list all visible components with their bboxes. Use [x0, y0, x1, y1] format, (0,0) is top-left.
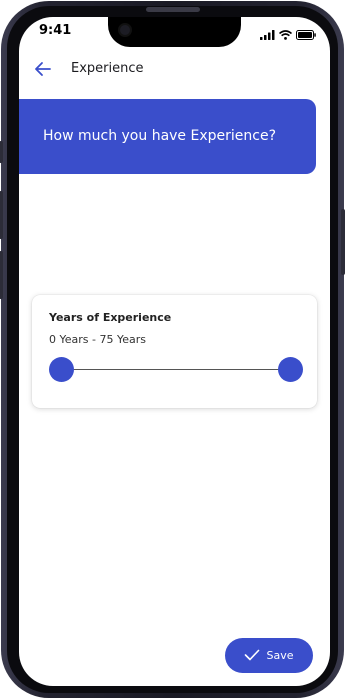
app-screen: 9:41 Experience How much you have Experi…	[19, 17, 330, 686]
notch	[108, 17, 241, 47]
battery-icon	[296, 25, 316, 44]
phone-frame: 9:41 Experience How much you have Experi…	[0, 1, 345, 698]
speaker-grille	[146, 7, 200, 12]
card-title: Years of Experience	[49, 311, 172, 324]
volume-up-button	[0, 191, 3, 239]
checkmark-icon	[244, 646, 260, 665]
save-label: Save	[266, 649, 294, 662]
question-text: How much you have Experience?	[43, 128, 277, 144]
range-slider-min-thumb[interactable]	[49, 357, 74, 382]
page-title: Experience	[71, 61, 144, 76]
back-arrow-icon[interactable]	[33, 59, 53, 79]
range-slider-max-thumb[interactable]	[278, 357, 303, 382]
experience-card: Years of Experience 0 Years - 75 Years	[32, 295, 317, 408]
question-banner: How much you have Experience?	[19, 99, 316, 174]
power-button	[341, 209, 345, 275]
save-button[interactable]: Save	[225, 638, 313, 673]
wifi-icon	[278, 25, 293, 44]
volume-down-button	[0, 251, 3, 299]
range-slider-track[interactable]	[62, 369, 290, 370]
mute-switch	[0, 141, 3, 163]
range-value-text: 0 Years - 75 Years	[49, 333, 146, 346]
status-icons	[260, 25, 316, 44]
status-time: 9:41	[39, 23, 72, 38]
signal-icon	[260, 25, 275, 44]
front-camera	[118, 23, 132, 37]
